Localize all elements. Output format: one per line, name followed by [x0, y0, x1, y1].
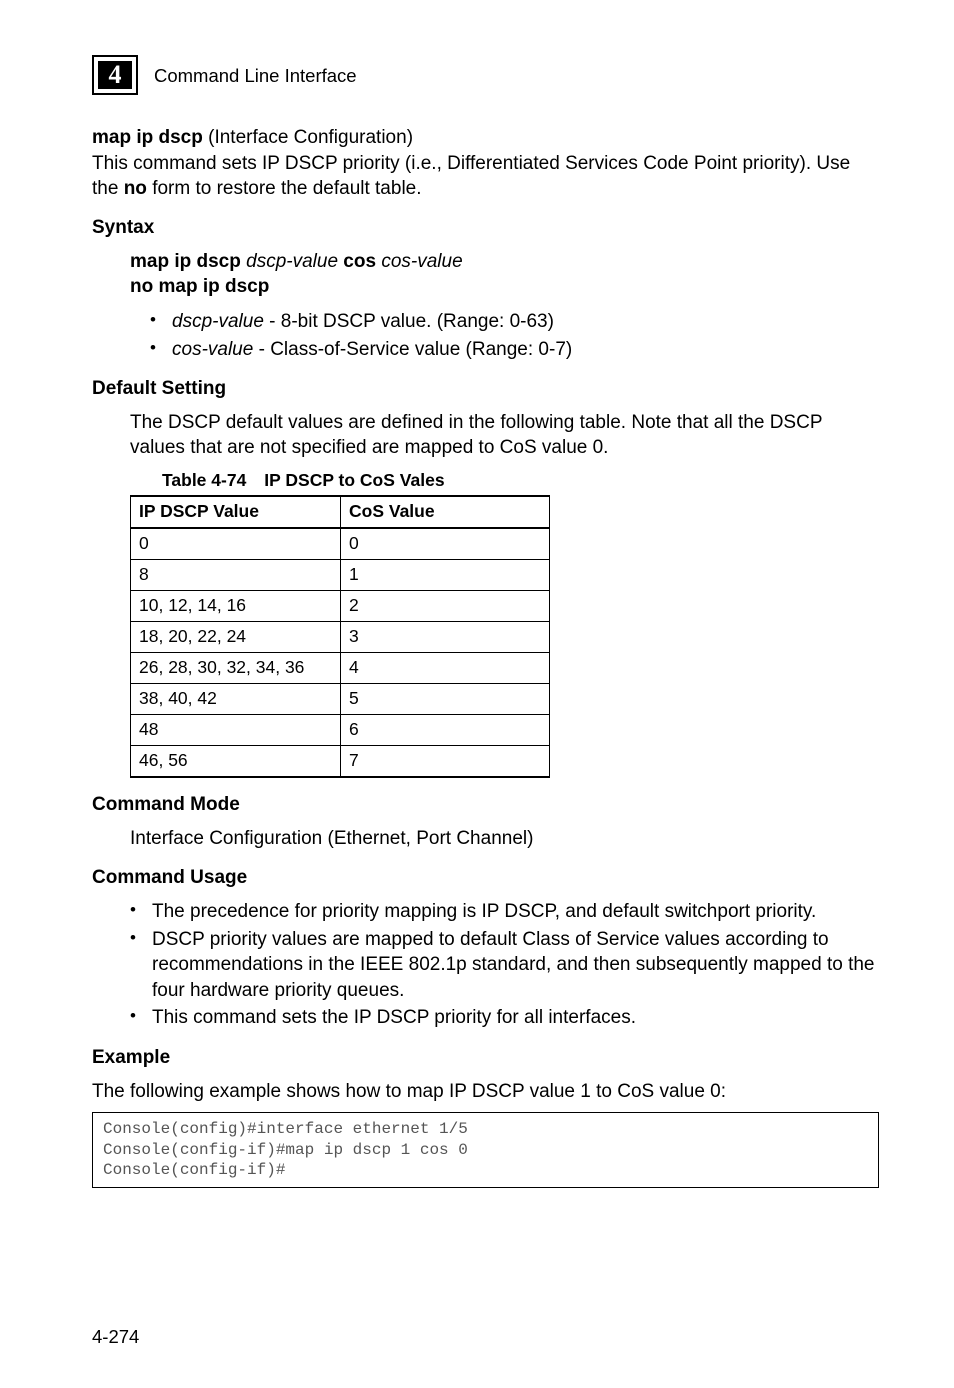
- desc-text-bold: no: [124, 178, 147, 199]
- syntax-line-2: no map ip dscp: [130, 274, 879, 299]
- command-mode-text: Interface Configuration (Ethernet, Port …: [130, 826, 879, 851]
- command-title: map ip dscp (Interface Configuration): [92, 127, 879, 149]
- cell-cos: 7: [341, 746, 550, 778]
- chapter-number: 4: [98, 61, 132, 89]
- cell-cos: 5: [341, 684, 550, 715]
- syntax-arg1: dscp-value: [246, 251, 338, 272]
- col-header-cos: CoS Value: [341, 496, 550, 528]
- syntax-arg2: cos-value: [381, 251, 462, 272]
- bullet-rest: - 8-bit DSCP value. (Range: 0-63): [264, 311, 554, 332]
- bullet-text: DSCP priority values are mapped to defau…: [152, 929, 874, 1001]
- header-title: Command Line Interface: [154, 65, 357, 87]
- example-heading: Example: [92, 1047, 879, 1069]
- table-label: Table 4-74: [162, 470, 246, 490]
- table-row: 486: [131, 715, 550, 746]
- table-row: 81: [131, 560, 550, 591]
- default-setting-text: The DSCP default values are defined in t…: [130, 410, 879, 460]
- cell-cos: 0: [341, 528, 550, 560]
- table-title: IP DSCP to CoS Vales: [264, 470, 444, 490]
- cell-dscp: 18, 20, 22, 24: [131, 622, 341, 653]
- syntax-bullet: cos-value - Class-of-Service value (Rang…: [150, 337, 879, 362]
- usage-bullet: DSCP priority values are mapped to defau…: [130, 927, 879, 1003]
- syntax-line-1: map ip dscp dscp-value cos cos-value: [130, 249, 879, 274]
- chapter-badge: 4: [92, 55, 140, 97]
- cell-cos: 3: [341, 622, 550, 653]
- syntax-bullet: dscp-value - 8-bit DSCP value. (Range: 0…: [150, 309, 879, 334]
- cell-dscp: 0: [131, 528, 341, 560]
- cell-dscp: 8: [131, 560, 341, 591]
- command-usage-heading: Command Usage: [92, 867, 879, 889]
- default-setting-heading: Default Setting: [92, 378, 879, 400]
- cell-cos: 6: [341, 715, 550, 746]
- bullet-italic: dscp-value: [172, 311, 264, 332]
- cell-dscp: 46, 56: [131, 746, 341, 778]
- syntax-kw1: map ip dscp: [130, 251, 246, 272]
- cell-cos: 1: [341, 560, 550, 591]
- syntax-kw2: cos: [338, 251, 381, 272]
- table-header-row: IP DSCP Value CoS Value: [131, 496, 550, 528]
- cell-cos: 4: [341, 653, 550, 684]
- bullet-rest: - Class-of-Service value (Range: 0-7): [253, 339, 572, 360]
- command-context: (Interface Configuration): [203, 127, 413, 148]
- table-row: 38, 40, 425: [131, 684, 550, 715]
- table-row: 00: [131, 528, 550, 560]
- table-caption: Table 4-74 IP DSCP to CoS Vales: [130, 470, 879, 491]
- table-row: 10, 12, 14, 162: [131, 591, 550, 622]
- bullet-text: The precedence for priority mapping is I…: [152, 901, 816, 922]
- page-header: 4 Command Line Interface: [92, 55, 879, 97]
- col-header-dscp: IP DSCP Value: [131, 496, 341, 528]
- syntax-heading: Syntax: [92, 217, 879, 239]
- page-number: 4-274: [92, 1326, 139, 1348]
- syntax-bullets: dscp-value - 8-bit DSCP value. (Range: 0…: [150, 309, 879, 362]
- dscp-table-wrap: Table 4-74 IP DSCP to CoS Vales IP DSCP V…: [130, 470, 879, 778]
- usage-bullet: The precedence for priority mapping is I…: [130, 899, 879, 924]
- table-row: 26, 28, 30, 32, 34, 364: [131, 653, 550, 684]
- dscp-cos-table: IP DSCP Value CoS Value 00 81 10, 12, 14…: [130, 495, 550, 778]
- desc-text-post: form to restore the default table.: [147, 178, 422, 199]
- cell-dscp: 48: [131, 715, 341, 746]
- bullet-italic: cos-value: [172, 339, 253, 360]
- table-row: 18, 20, 22, 243: [131, 622, 550, 653]
- command-usage-bullets: The precedence for priority mapping is I…: [130, 899, 879, 1030]
- cell-dscp: 38, 40, 42: [131, 684, 341, 715]
- example-text: The following example shows how to map I…: [92, 1079, 879, 1104]
- command-name: map ip dscp: [92, 127, 203, 148]
- cell-cos: 2: [341, 591, 550, 622]
- cell-dscp: 26, 28, 30, 32, 34, 36: [131, 653, 341, 684]
- command-description: This command sets IP DSCP priority (i.e.…: [92, 151, 879, 201]
- usage-bullet: This command sets the IP DSCP priority f…: [130, 1005, 879, 1030]
- example-code: Console(config)#interface ethernet 1/5 C…: [92, 1112, 879, 1188]
- bullet-text: This command sets the IP DSCP priority f…: [152, 1007, 636, 1028]
- table-row: 46, 567: [131, 746, 550, 778]
- syntax-no-form: no map ip dscp: [130, 276, 269, 297]
- cell-dscp: 10, 12, 14, 16: [131, 591, 341, 622]
- command-mode-heading: Command Mode: [92, 794, 879, 816]
